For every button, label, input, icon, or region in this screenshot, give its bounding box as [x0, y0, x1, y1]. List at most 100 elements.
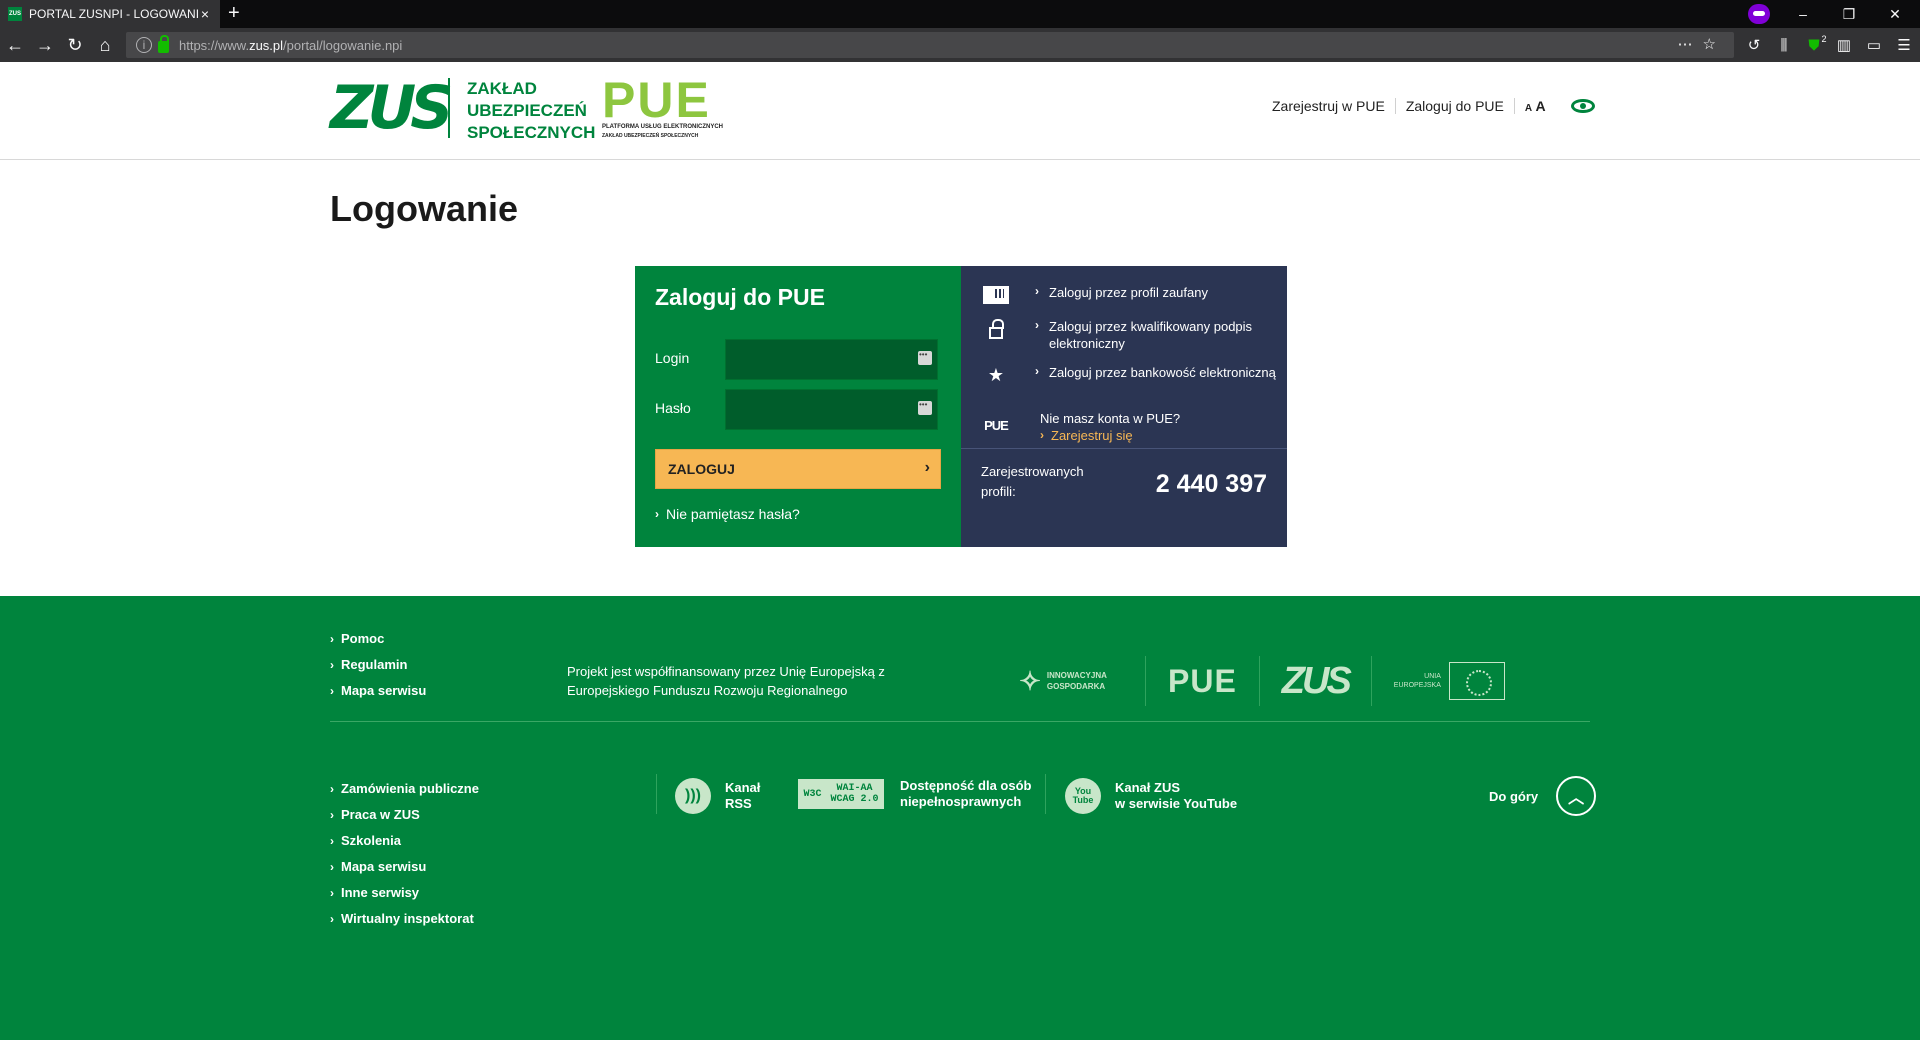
- private-browsing-icon: [1748, 4, 1770, 24]
- alternative-login-panel: › Zaloguj przez profil zaufany › Zaloguj…: [961, 266, 1287, 547]
- footer-link[interactable]: › Mapa serwisu: [330, 854, 479, 880]
- footer-link[interactable]: › Zamówienia publiczne: [330, 776, 479, 802]
- font-small[interactable]: A: [1525, 103, 1532, 114]
- no-account-block: Nie masz konta w PUE? › Zarejestruj się: [1040, 410, 1180, 444]
- history-icon[interactable]: ↺: [1745, 36, 1763, 54]
- back-to-top[interactable]: Do góry ︿: [1489, 776, 1597, 816]
- footer-link-label: Praca w ZUS: [341, 807, 420, 822]
- ig-line: INNOWACYJNA: [1046, 671, 1107, 680]
- rss-link[interactable]: ))) Kanał RSS: [675, 778, 760, 814]
- home-icon[interactable]: ⌂: [92, 33, 118, 57]
- chevron-right-icon: ›: [330, 782, 334, 796]
- footer-link[interactable]: › Mapa serwisu: [330, 678, 426, 704]
- login-field[interactable]: [725, 339, 938, 380]
- login-option-banking[interactable]: ★ › Zaloguj przez bankowość elektroniczn…: [981, 364, 1279, 386]
- chevron-right-icon: ›: [330, 886, 334, 900]
- eu-logo[interactable]: UNIA EUROPEJSKA: [1394, 654, 1505, 708]
- reload-icon[interactable]: ↻: [62, 33, 88, 57]
- chevron-right-icon: ›: [655, 507, 659, 521]
- accessibility-line: niepełnosprawnych: [900, 794, 1022, 809]
- footer-separator: [1045, 774, 1046, 814]
- innovative-economy-logo[interactable]: ✧ INNOWACYJNA GOSPODARKA: [1003, 654, 1123, 708]
- zus-logo[interactable]: ZUS: [330, 78, 453, 138]
- browser-tab-strip: ZUS PORTAL ZUSNPI - LOGOWANIE × + – ❐ ✕: [0, 0, 1920, 28]
- chevron-right-icon: ›: [330, 658, 334, 672]
- browser-tab[interactable]: ZUS PORTAL ZUSNPI - LOGOWANIE ×: [0, 0, 220, 28]
- address-bar[interactable]: i https://www.zus.pl/portal/logowanie.np…: [126, 32, 1734, 58]
- login-link[interactable]: Zaloguj do PUE: [1406, 98, 1504, 114]
- back-icon[interactable]: ←: [2, 33, 28, 57]
- login-submit-label: ZALOGUJ: [668, 461, 735, 477]
- password-field[interactable]: [725, 389, 938, 430]
- extension-badge: 2: [1821, 34, 1827, 44]
- forgot-password-label: Nie pamiętasz hasła?: [666, 506, 800, 522]
- forward-icon[interactable]: →: [32, 33, 58, 57]
- footer-link-label: Szkolenia: [341, 833, 401, 848]
- chevron-right-icon: ›: [1040, 428, 1044, 442]
- eu-funding-text: Projekt jest współfinansowany przez Unię…: [567, 664, 885, 698]
- library-icon[interactable]: ⫼: [1775, 36, 1793, 54]
- chevron-right-icon: ›: [330, 860, 334, 874]
- registered-profiles-label: Zarejestrowanych profili:: [981, 464, 1084, 499]
- org-name-line: ZAKŁAD: [467, 79, 537, 98]
- pue-mini-icon: PUE: [984, 417, 1009, 433]
- menu-icon[interactable]: ☰: [1895, 36, 1913, 54]
- no-account-text: Nie masz konta w PUE?: [1040, 411, 1181, 426]
- footer-link[interactable]: › Pomoc: [330, 626, 426, 652]
- chevron-right-icon: ›: [1035, 284, 1039, 298]
- zus-favicon-icon: ZUS: [8, 7, 22, 21]
- login-option-trusted-profile[interactable]: › Zaloguj przez profil zaufany: [981, 284, 1279, 306]
- pue-footer-logo[interactable]: PUE: [1168, 654, 1237, 708]
- org-name-line: SPOŁECZNYCH: [467, 123, 596, 142]
- forgot-password-link[interactable]: › Nie pamiętasz hasła?: [655, 506, 800, 522]
- minimize-button[interactable]: –: [1780, 0, 1826, 28]
- tab-title: PORTAL ZUSNPI - LOGOWANIE: [29, 7, 198, 21]
- link-separator: [1513, 98, 1515, 114]
- org-name: ZAKŁAD UBEZPIECZEŃ SPOŁECZNYCH: [467, 78, 595, 144]
- login-label: Login: [655, 350, 690, 366]
- font-size-toggle[interactable]: A A: [1525, 98, 1546, 114]
- eu-line: EUROPEJSKA: [1393, 682, 1441, 689]
- chevron-right-icon: ›: [1035, 364, 1039, 378]
- trusted-profile-icon: [981, 284, 1011, 306]
- restore-button[interactable]: ❐: [1826, 0, 1872, 28]
- footer-link[interactable]: › Regulamin: [330, 652, 426, 678]
- footer-link-label: Pomoc: [341, 631, 385, 646]
- font-large[interactable]: A: [1535, 98, 1545, 114]
- close-window-button[interactable]: ✕: [1872, 0, 1918, 28]
- contrast-eye-icon[interactable]: [1570, 99, 1595, 113]
- footer-link[interactable]: › Szkolenia: [330, 828, 479, 854]
- link-spacer: [1556, 98, 1557, 114]
- pue-logo-subtitle-2: ZAKŁAD UBEZPIECZEŃ SPOŁECZNYCH: [602, 133, 699, 139]
- login-option-label: Zaloguj przez profil zaufany: [1049, 285, 1208, 300]
- accessibility-link[interactable]: W3C WAI-AA WCAG 2.0 Dostępność dla osób ni…: [798, 778, 1031, 810]
- star-icon: ★: [987, 364, 1005, 385]
- zus-footer-logo[interactable]: ZUS: [1282, 654, 1352, 708]
- password-label: Hasło: [655, 400, 691, 416]
- register-link-panel[interactable]: › Zarejestruj się: [1040, 427, 1180, 444]
- logo-separator: [1145, 656, 1146, 706]
- login-heading: Zaloguj do PUE: [655, 284, 825, 310]
- login-option-qualified-signature[interactable]: › Zaloguj przez kwalifikowany podpis ele…: [981, 318, 1279, 352]
- new-tab-button[interactable]: +: [228, 3, 240, 23]
- youtube-link[interactable]: You Tube Kanał ZUS w serwisie YouTube: [1065, 778, 1237, 814]
- sidebar-icon[interactable]: ▥: [1835, 36, 1853, 54]
- chevron-up-icon[interactable]: ︿: [1556, 776, 1597, 816]
- site-info-icon[interactable]: i: [136, 37, 152, 53]
- footer-link-label: Zamówienia publiczne: [341, 781, 479, 796]
- pue-logo[interactable]: PUE PLATFORMA USŁUG ELEKTRONICZNYCH ZAKŁ…: [602, 75, 723, 140]
- login-submit-button[interactable]: ZALOGUJ ›: [655, 449, 941, 489]
- tab-close-icon[interactable]: ×: [198, 6, 212, 22]
- chevron-right-icon: ›: [330, 808, 334, 822]
- url-text[interactable]: https://www.zus.pl/portal/logowanie.npi: [179, 38, 402, 53]
- register-link[interactable]: Zarejestruj w PUE: [1272, 98, 1385, 114]
- extension-icon[interactable]: ▭: [1865, 36, 1883, 54]
- accessibility-line: Dostępność dla osób: [900, 778, 1032, 793]
- partner-logos: ✧ INNOWACYJNA GOSPODARKA PUE ZUS UNIA EURO…: [1003, 654, 1505, 708]
- footer-link[interactable]: › Inne serwisy: [330, 880, 479, 906]
- panel-divider: [961, 448, 1287, 449]
- footer-link[interactable]: › Praca w ZUS: [330, 802, 479, 828]
- youtube-line: w serwisie YouTube: [1115, 796, 1238, 811]
- footer-link[interactable]: › Wirtualny inspektorat: [330, 906, 479, 932]
- page-actions-icon[interactable]: ⋯☆: [1678, 35, 1726, 53]
